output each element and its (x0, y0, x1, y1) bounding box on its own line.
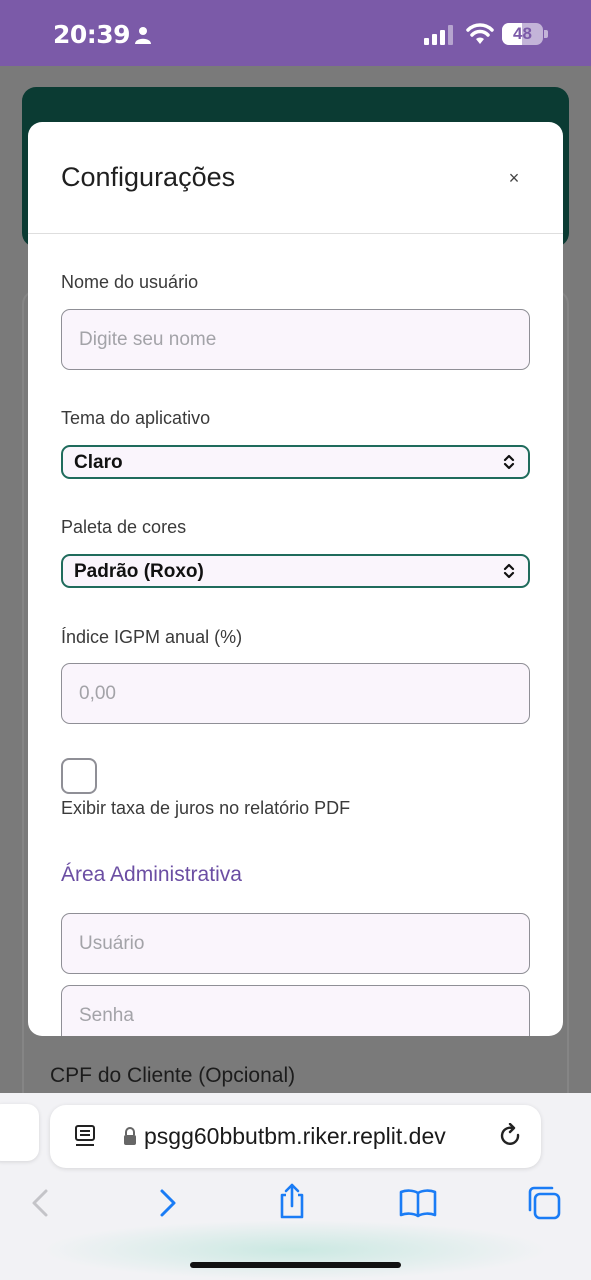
igpm-label: Índice IGPM anual (%) (61, 627, 243, 647)
status-time: 20:39 (53, 20, 131, 49)
palette-select[interactable]: Padrão (Roxo) (61, 554, 530, 588)
admin-password-input[interactable] (61, 985, 530, 1036)
cpf-label: CPF do Cliente (Opcional) (50, 1064, 296, 1087)
admin-user-input[interactable] (61, 913, 530, 974)
url-text: psgg60bbutbm.riker.replit.dev (144, 1123, 446, 1149)
close-button[interactable]: × (502, 166, 526, 190)
settings-modal: Configurações × Nome do usuário Tema do … (28, 122, 563, 1036)
igpm-input[interactable] (61, 663, 530, 724)
theme-select[interactable]: Claro (61, 445, 530, 479)
theme-label: Tema do aplicativo (61, 408, 211, 428)
tabs-icon[interactable] (524, 1183, 564, 1223)
bookmarks-icon[interactable] (398, 1183, 438, 1223)
reader-icon[interactable] (74, 1124, 96, 1148)
person-icon (135, 27, 151, 44)
lock-icon (124, 1127, 136, 1145)
back-icon[interactable] (20, 1183, 60, 1223)
share-icon[interactable] (272, 1181, 312, 1221)
battery-body: 48 (502, 23, 543, 45)
modal-title: Configurações (61, 162, 236, 192)
username-label: Nome do usuário (61, 272, 199, 292)
battery-icon: 48 (502, 23, 548, 45)
chevron-updown-icon (503, 454, 515, 470)
show-interest-label: Exibir taxa de juros no relatório PDF (61, 798, 351, 818)
reload-icon[interactable] (498, 1123, 524, 1149)
username-input[interactable] (61, 309, 530, 370)
battery-tip (544, 30, 548, 38)
palette-label: Paleta de cores (61, 517, 187, 537)
signal-icon (424, 25, 453, 45)
home-indicator[interactable] (190, 1262, 401, 1268)
modal-header: Configurações × (28, 122, 563, 234)
status-bar: 20:39 48 (0, 0, 591, 66)
bottom-glow (40, 1220, 550, 1280)
previous-tab-preview[interactable] (0, 1104, 39, 1161)
wifi-icon (466, 23, 494, 44)
forward-icon[interactable] (148, 1183, 188, 1223)
address-bar[interactable]: psgg60bbutbm.riker.replit.dev (50, 1105, 541, 1168)
show-interest-checkbox[interactable] (61, 758, 97, 794)
palette-select-value: Padrão (Roxo) (74, 561, 204, 582)
theme-select-value: Claro (74, 452, 123, 473)
chevron-updown-icon (503, 563, 515, 579)
admin-section-title: Área Administrativa (61, 863, 242, 886)
battery-level: 48 (513, 24, 532, 43)
